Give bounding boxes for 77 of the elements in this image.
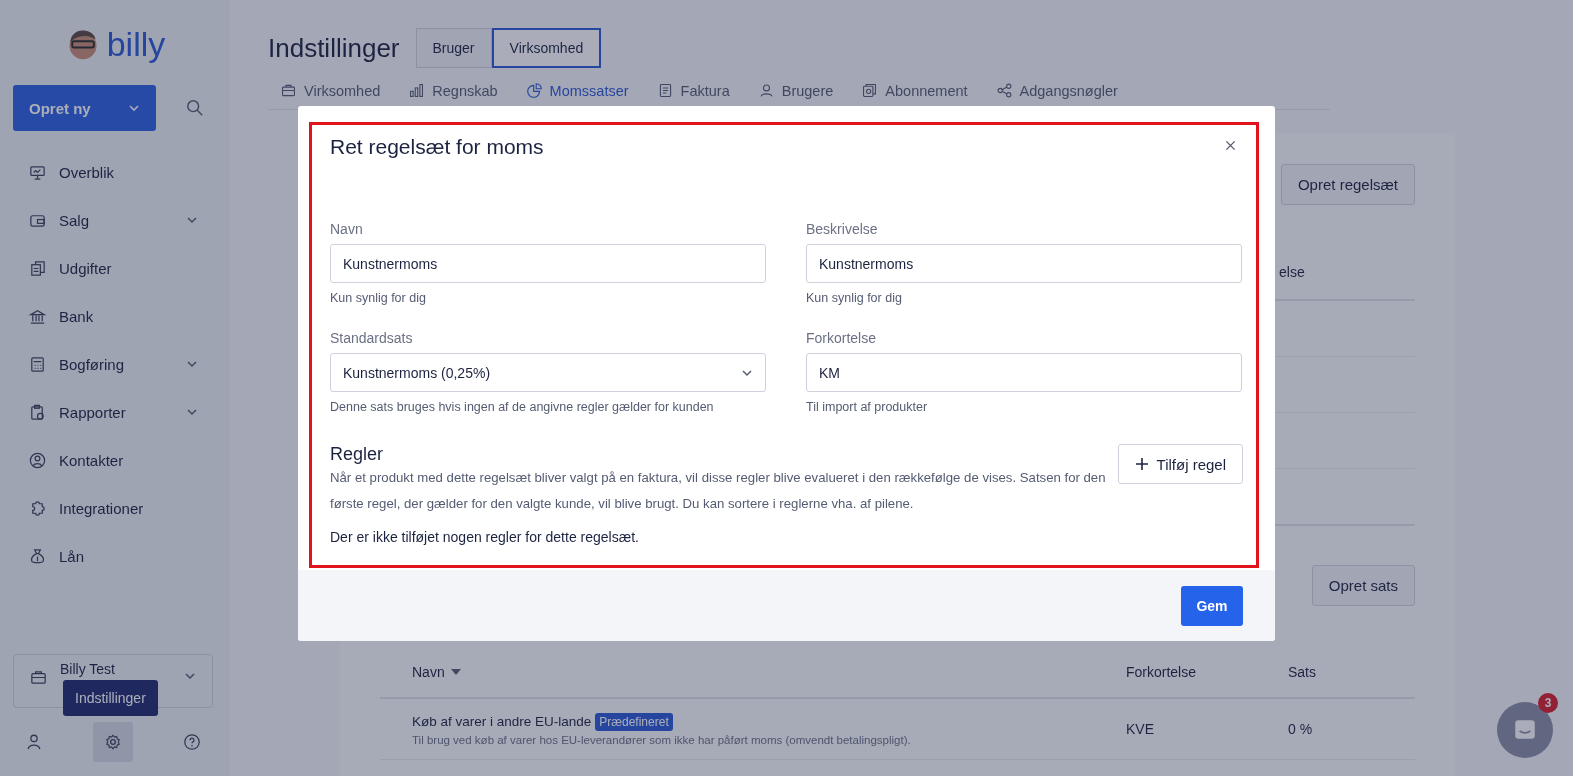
rules-description: Når et produkt med dette regelsæt bliver valgt på en faktura, vil disse regler blive evalueret i den rækkefølge de vises. Satsen for den første regel, der gælder for den valgte kunde, vil blive brugt. Du kan sortere i reglerne vha. af pilene. (330, 469, 1107, 513)
settings-button[interactable] (93, 722, 133, 762)
chevron-icon (128, 104, 140, 112)
chevron-icon (184, 672, 196, 680)
copy-icon (861, 82, 879, 99)
section-heading: Regler (330, 444, 385, 465)
rate-description: Til brug ved køb af varer hos EU-leverandører som ikke har påført moms (omvendt betalingspligt). (412, 733, 912, 746)
nav-item[interactable]: Rapporter (0, 388, 230, 436)
calculator-icon (28, 354, 47, 374)
column-header: Forkortelse (1126, 664, 1198, 680)
logo-text[interactable]: billy (106, 27, 166, 61)
nav-item[interactable]: Bank (0, 292, 230, 340)
user-icon[interactable] (25, 733, 43, 751)
settings-tab[interactable]: Faktura (656, 82, 730, 99)
nav-item[interactable]: Udgifter (0, 244, 230, 292)
settings-tab[interactable]: Regnskab (408, 82, 498, 99)
segment-button[interactable]: Virksomhed (491, 28, 602, 68)
settings-tab[interactable]: Adgangsnøgler (995, 82, 1118, 99)
settings-tab[interactable]: Brugere (757, 82, 834, 99)
settings-icon (104, 733, 122, 751)
money-bag-icon (28, 546, 47, 566)
nav-item[interactable]: Overblik (0, 148, 230, 196)
help-icon[interactable] (183, 733, 201, 751)
page-title: Indstillinger (268, 32, 400, 64)
predefined-badge: Prædefineret (595, 712, 673, 731)
segment-button[interactable]: Bruger (415, 28, 492, 68)
receipt-icon (28, 258, 47, 278)
nav-item[interactable]: Kontakter (0, 436, 230, 484)
settings-tab[interactable]: Momssatser (525, 82, 629, 99)
bar-chart-icon (408, 82, 426, 99)
tooltip: Indstillinger (63, 680, 158, 716)
table-cell-text: KVE (1126, 721, 1155, 737)
share-nodes-icon (995, 82, 1013, 99)
input-field[interactable]: Kunstnermoms (330, 244, 766, 283)
create-new-button[interactable]: Opret ny (13, 85, 156, 131)
nav-item[interactable]: Integrationer (0, 484, 230, 532)
settings-tab[interactable]: Abonnement (861, 82, 968, 99)
create-ruleset-button[interactable]: Opret regelsæt (1280, 164, 1415, 205)
briefcase-icon (29, 668, 48, 687)
column-header[interactable]: Navn (412, 664, 445, 680)
column-header: Sats (1288, 664, 1317, 680)
table-cell-text: 0 % (1288, 721, 1314, 737)
column-header: else (1279, 264, 1306, 280)
create-rate-button[interactable]: Opret sats (1311, 565, 1415, 606)
empty-message: Der er ikke tilføjet nogen regler for dette regelsæt. (330, 529, 640, 545)
clipboard-icon (28, 402, 47, 422)
chevron-icon (186, 408, 198, 416)
field-label: Standardsats (330, 330, 414, 346)
field-hint: Denne sats bruges hvis ingen af de angivne regler gælder for kunden (330, 400, 715, 414)
chevron-icon (186, 360, 198, 368)
sort-caret-icon[interactable] (450, 669, 461, 675)
nav-item[interactable]: Salg (0, 196, 230, 244)
chevron-icon (741, 368, 753, 377)
field-hint: Kun synlig for dig (330, 291, 427, 305)
search-icon[interactable] (186, 99, 204, 117)
field-label: Beskrivelse (806, 221, 879, 237)
input-field[interactable]: Kunstnermoms (806, 244, 1242, 283)
nav-item[interactable]: Lån (0, 532, 230, 580)
add-rule-button[interactable]: Tilføj regel (1117, 444, 1243, 484)
chevron-icon (186, 216, 198, 224)
settings-tab[interactable]: Virksomhed (280, 82, 381, 99)
rate-name: Køb af varer i andre EU-lande (412, 714, 592, 729)
field-label: Navn (330, 221, 364, 237)
field-hint: Kun synlig for dig (806, 291, 903, 305)
select-field[interactable]: Kunstnermoms (0,25%) (330, 353, 766, 392)
nav-item[interactable]: Bogføring (0, 340, 230, 388)
dialog-title: Ret regelsæt for moms (330, 135, 544, 159)
pie-chart-icon (525, 82, 543, 99)
notification-badge: 3 (1538, 693, 1558, 713)
save-button[interactable]: Gem (1181, 585, 1243, 626)
plus-icon (1134, 457, 1149, 471)
input-field[interactable]: KM (806, 353, 1242, 392)
user-circle-icon (28, 450, 47, 470)
briefcase-icon (280, 82, 297, 99)
field-hint: Til import af produkter (806, 400, 929, 414)
field-label: Forkortelse (806, 330, 878, 346)
close-icon[interactable] (1225, 139, 1236, 151)
